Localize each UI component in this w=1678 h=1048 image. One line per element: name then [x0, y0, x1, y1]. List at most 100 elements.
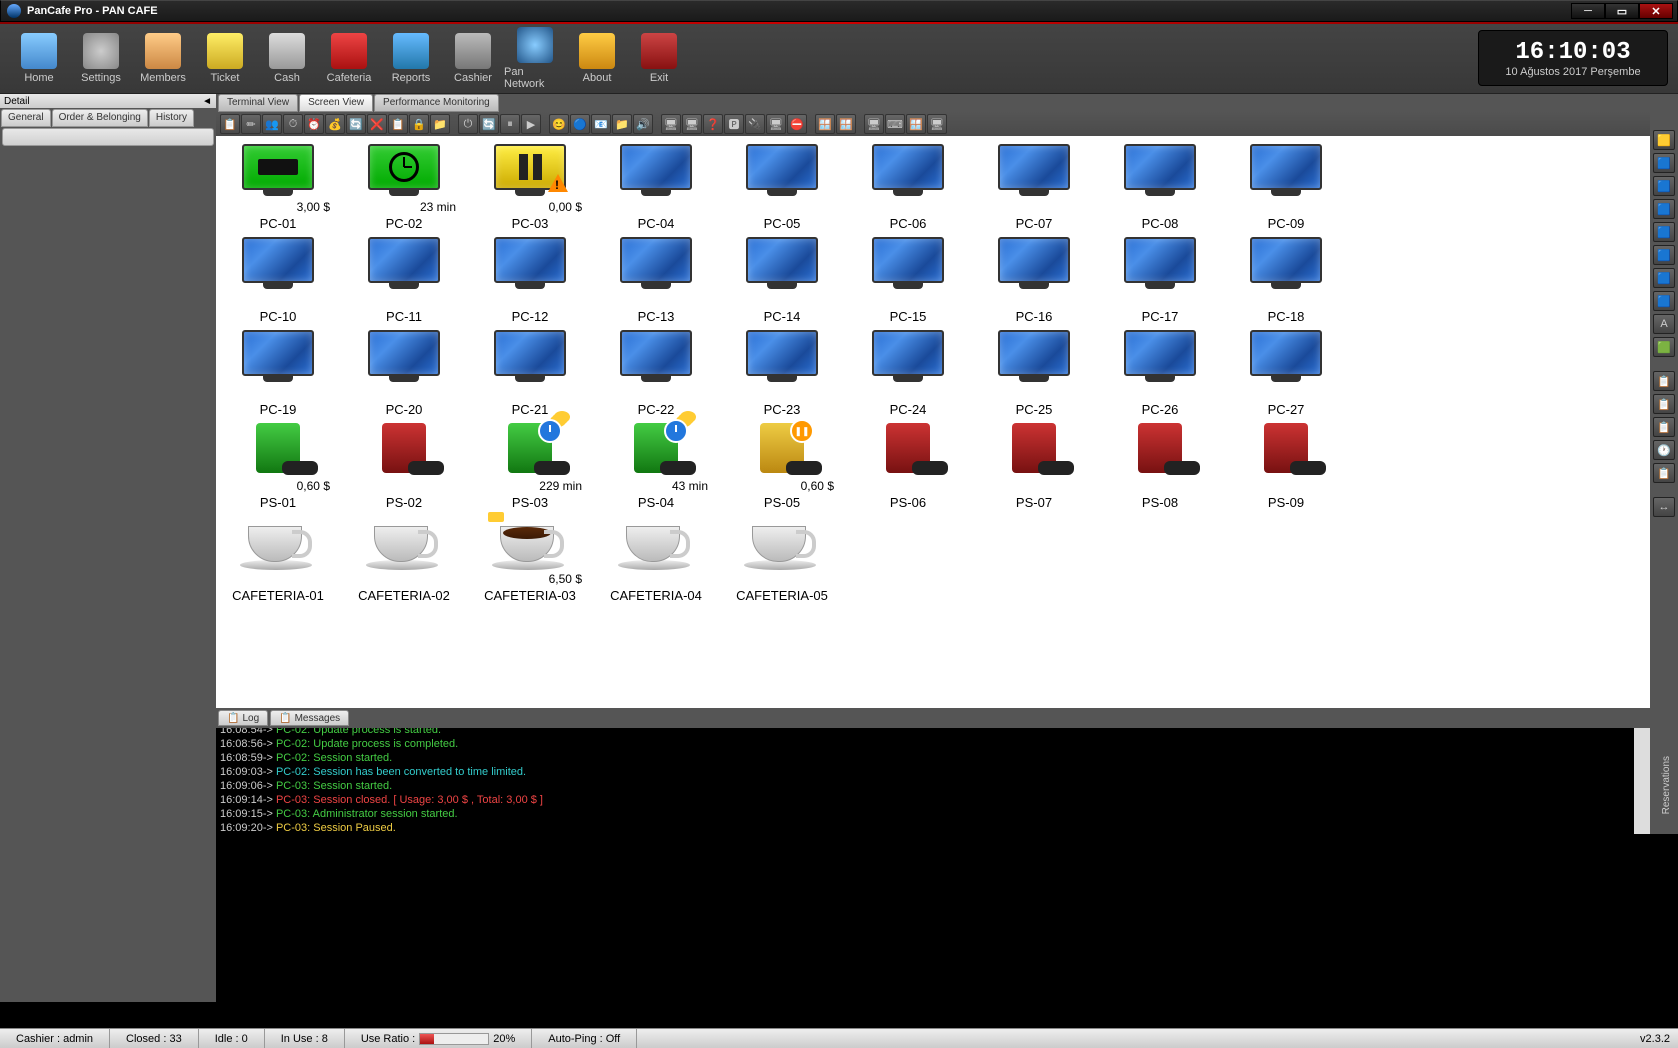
mini-btn-4[interactable]: ⏰: [304, 114, 324, 134]
side-btn-9[interactable]: 🟩: [1653, 337, 1675, 357]
terminal-pc-19[interactable]: PC-19: [220, 330, 336, 417]
mini-btn-27[interactable]: 🔌: [745, 114, 765, 134]
terminal-ps-03[interactable]: 229 minPS-03: [472, 423, 588, 510]
side-btn-8[interactable]: A: [1653, 314, 1675, 334]
mini-btn-8[interactable]: 📋: [388, 114, 408, 134]
terminal-pc-12[interactable]: PC-12: [472, 237, 588, 324]
terminal-ps-04[interactable]: 43 minPS-04: [598, 423, 714, 510]
tab-terminal-view[interactable]: Terminal View: [218, 94, 298, 112]
toolbar-home[interactable]: Home: [8, 33, 70, 84]
terminal-pc-21[interactable]: PC-21: [472, 330, 588, 417]
detail-tab-history[interactable]: History: [149, 109, 194, 127]
terminal-pc-02[interactable]: 23 minPC-02: [346, 144, 462, 231]
toolbar-cafeteria[interactable]: Cafeteria: [318, 33, 380, 84]
side-btn-15[interactable]: 📋: [1653, 463, 1675, 483]
toolbar-cash[interactable]: Cash: [256, 33, 318, 84]
toolbar-reports[interactable]: Reports: [380, 33, 442, 84]
mini-btn-10[interactable]: 📁: [430, 114, 450, 134]
mini-btn-2[interactable]: 👥: [262, 114, 282, 134]
terminal-pc-26[interactable]: PC-26: [1102, 330, 1218, 417]
close-button[interactable]: ✕: [1639, 3, 1673, 19]
detail-tab-general[interactable]: General: [1, 109, 51, 127]
terminal-pc-17[interactable]: PC-17: [1102, 237, 1218, 324]
mini-btn-13[interactable]: 🔄: [479, 114, 499, 134]
terminal-pc-23[interactable]: PC-23: [724, 330, 840, 417]
mini-btn-21[interactable]: 🔊: [633, 114, 653, 134]
side-btn-2[interactable]: 🟦: [1653, 176, 1675, 196]
terminal-pc-13[interactable]: PC-13: [598, 237, 714, 324]
toolbar-members[interactable]: Members: [132, 33, 194, 84]
terminal-ps-09[interactable]: PS-09: [1228, 423, 1344, 510]
side-btn-1[interactable]: 🟦: [1653, 153, 1675, 173]
mini-btn-5[interactable]: 💰: [325, 114, 345, 134]
side-btn-5[interactable]: 🟦: [1653, 245, 1675, 265]
mini-btn-26[interactable]: 🅿: [724, 114, 744, 134]
toolbar-ticket[interactable]: Ticket: [194, 33, 256, 84]
terminal-pc-25[interactable]: PC-25: [976, 330, 1092, 417]
side-btn-14[interactable]: 🕐: [1653, 440, 1675, 460]
terminal-pc-24[interactable]: PC-24: [850, 330, 966, 417]
mini-btn-3[interactable]: ⏱: [283, 114, 303, 134]
mini-btn-19[interactable]: 📧: [591, 114, 611, 134]
mini-btn-32[interactable]: 🪟: [836, 114, 856, 134]
terminal-ps-05[interactable]: 0,60 $PS-05: [724, 423, 840, 510]
mini-btn-9[interactable]: 🔒: [409, 114, 429, 134]
terminal-cafeteria-03[interactable]: 6,50 $CAFETERIA-03: [472, 516, 588, 603]
toolbar-exit[interactable]: Exit: [628, 33, 690, 84]
side-btn-3[interactable]: 🟦: [1653, 199, 1675, 219]
mini-btn-1[interactable]: ✏: [241, 114, 261, 134]
side-btn-12[interactable]: 📋: [1653, 394, 1675, 414]
terminal-pc-18[interactable]: PC-18: [1228, 237, 1344, 324]
terminal-pc-22[interactable]: PC-22: [598, 330, 714, 417]
side-btn-7[interactable]: 🟦: [1653, 291, 1675, 311]
tab-performance-monitoring[interactable]: Performance Monitoring: [374, 94, 499, 112]
mini-btn-28[interactable]: 🖥: [766, 114, 786, 134]
terminal-pc-07[interactable]: PC-07: [976, 144, 1092, 231]
mini-btn-18[interactable]: 🔵: [570, 114, 590, 134]
mini-btn-7[interactable]: ❌: [367, 114, 387, 134]
toolbar-pan-network[interactable]: Pan Network: [504, 27, 566, 90]
terminal-pc-09[interactable]: PC-09: [1228, 144, 1344, 231]
terminal-pc-14[interactable]: PC-14: [724, 237, 840, 324]
toolbar-settings[interactable]: Settings: [70, 33, 132, 84]
side-btn-17[interactable]: ↔: [1653, 497, 1675, 517]
reservations-label[interactable]: Reservations: [1661, 756, 1672, 814]
log-tab-messages[interactable]: 📋Messages: [270, 710, 349, 726]
terminal-cafeteria-05[interactable]: CAFETERIA-05: [724, 516, 840, 603]
maximize-button[interactable]: ▭: [1605, 3, 1639, 19]
detail-tab-order---belonging[interactable]: Order & Belonging: [52, 109, 148, 127]
log-tab-log[interactable]: 📋Log: [218, 710, 268, 726]
side-btn-4[interactable]: 🟦: [1653, 222, 1675, 242]
mini-btn-17[interactable]: 😊: [549, 114, 569, 134]
mini-btn-0[interactable]: 📋: [220, 114, 240, 134]
terminal-ps-08[interactable]: PS-08: [1102, 423, 1218, 510]
terminal-cafeteria-01[interactable]: CAFETERIA-01: [220, 516, 336, 603]
minimize-button[interactable]: ─: [1571, 3, 1605, 19]
mini-btn-20[interactable]: 📁: [612, 114, 632, 134]
terminal-ps-06[interactable]: PS-06: [850, 423, 966, 510]
terminal-cafeteria-02[interactable]: CAFETERIA-02: [346, 516, 462, 603]
mini-btn-15[interactable]: ▶: [521, 114, 541, 134]
mini-btn-31[interactable]: 🪟: [815, 114, 835, 134]
mini-btn-6[interactable]: 🔄: [346, 114, 366, 134]
mini-btn-37[interactable]: 🖥: [927, 114, 947, 134]
terminal-ps-02[interactable]: PS-02: [346, 423, 462, 510]
terminal-pc-15[interactable]: PC-15: [850, 237, 966, 324]
terminal-cafeteria-04[interactable]: CAFETERIA-04: [598, 516, 714, 603]
mini-btn-34[interactable]: 🖥: [864, 114, 884, 134]
mini-btn-25[interactable]: ❓: [703, 114, 723, 134]
log-scrollbar[interactable]: [1634, 728, 1650, 834]
mini-btn-35[interactable]: ⌨: [885, 114, 905, 134]
side-btn-11[interactable]: 📋: [1653, 371, 1675, 391]
collapse-icon[interactable]: ◄: [202, 96, 212, 107]
side-btn-13[interactable]: 📋: [1653, 417, 1675, 437]
terminal-ps-01[interactable]: 0,60 $PS-01: [220, 423, 336, 510]
terminal-pc-06[interactable]: PC-06: [850, 144, 966, 231]
terminal-pc-11[interactable]: PC-11: [346, 237, 462, 324]
terminal-pc-01[interactable]: 3,00 $PC-01: [220, 144, 336, 231]
terminal-pc-20[interactable]: PC-20: [346, 330, 462, 417]
mini-btn-24[interactable]: 🖥: [682, 114, 702, 134]
terminal-pc-03[interactable]: 0,00 $PC-03: [472, 144, 588, 231]
terminal-pc-08[interactable]: PC-08: [1102, 144, 1218, 231]
mini-btn-29[interactable]: ⛔: [787, 114, 807, 134]
